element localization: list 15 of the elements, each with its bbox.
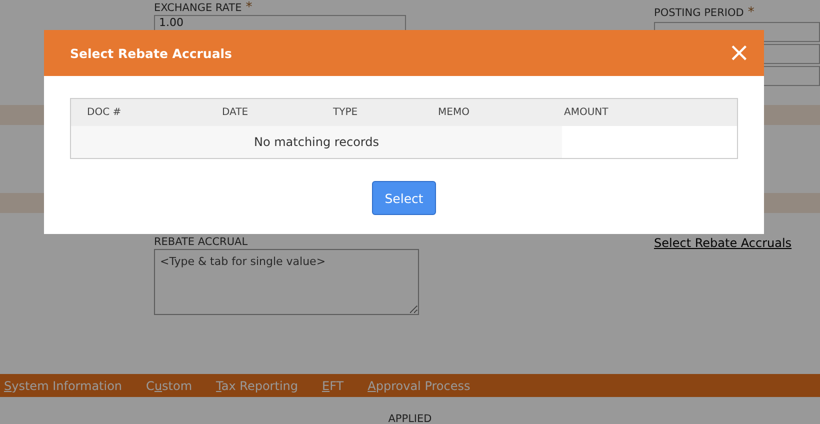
empty-message: No matching records — [71, 126, 562, 158]
column-header[interactable]: DATE — [206, 107, 317, 118]
column-header[interactable]: MEMO — [422, 107, 548, 118]
column-header[interactable]: TYPE — [317, 107, 422, 118]
column-header[interactable]: AMOUNT — [548, 107, 737, 118]
field-label: POSTING PERIOD * — [654, 5, 756, 20]
rebate-accrual-field[interactable]: <Type & tab for single value> — [154, 249, 419, 315]
field-label: REBATE ACCRUAL — [154, 236, 249, 248]
dialog-title: Select Rebate Accruals — [70, 46, 232, 60]
column-heading: APPLIED — [388, 413, 432, 424]
select-rebate-accruals-link[interactable]: Select Rebate Accruals — [654, 236, 792, 250]
required-mark: * — [246, 0, 252, 15]
column-header[interactable]: DOC # — [71, 107, 206, 118]
required-mark: * — [748, 5, 754, 20]
field-label: EXCHANGE RATE * — [154, 0, 254, 15]
